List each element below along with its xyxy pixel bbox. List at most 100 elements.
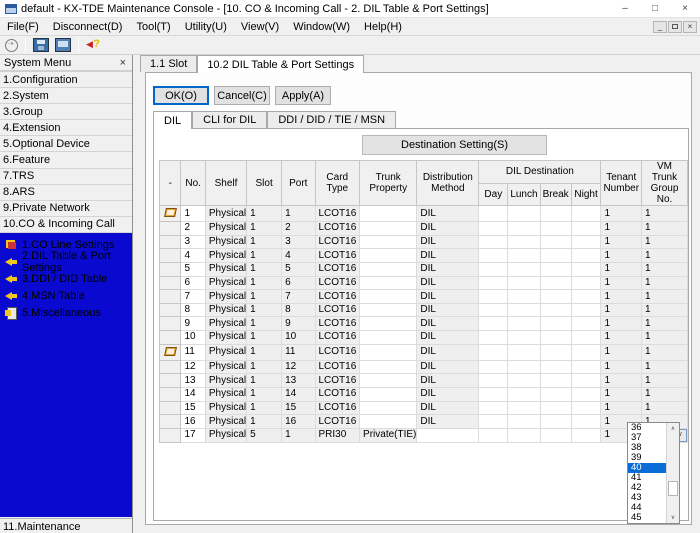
cell-lunch[interactable] xyxy=(508,276,540,290)
cell-lunch[interactable] xyxy=(508,317,540,331)
cell-distribution-method[interactable] xyxy=(417,428,479,442)
cell-break[interactable] xyxy=(540,235,571,249)
cell-break[interactable] xyxy=(540,415,571,429)
cell-vm-trunk-group[interactable]: 1 xyxy=(642,401,688,415)
cell-vm-trunk-group[interactable]: 1 xyxy=(642,374,688,388)
cell-day[interactable] xyxy=(479,303,508,317)
cell-tenant-number[interactable]: 1 xyxy=(601,206,642,222)
cell-distribution-method[interactable]: DIL xyxy=(417,317,479,331)
sidebar-close-icon[interactable]: × xyxy=(120,57,128,69)
cell-tenant-number[interactable]: 1 xyxy=(601,235,642,249)
cell-day[interactable] xyxy=(479,360,508,374)
cell-distribution-method[interactable]: DIL xyxy=(417,344,479,360)
cell-break[interactable] xyxy=(540,303,571,317)
cell-lunch[interactable] xyxy=(508,249,540,263)
cell-day[interactable] xyxy=(479,415,508,429)
menu-item-viewv[interactable]: View(V) xyxy=(234,18,286,35)
cell-break[interactable] xyxy=(540,276,571,290)
cell-lunch[interactable] xyxy=(508,303,540,317)
cell-night[interactable] xyxy=(571,317,601,331)
sidebar-item-maintenance[interactable]: 11.Maintenance xyxy=(0,518,132,533)
sidebar-subitem[interactable]: 5.Miscellaneous xyxy=(0,304,132,321)
cell-night[interactable] xyxy=(571,249,601,263)
cell-day[interactable] xyxy=(479,235,508,249)
destination-setting-button[interactable]: Destination Setting(S) xyxy=(362,135,547,155)
cell-tenant-number[interactable]: 1 xyxy=(601,331,642,345)
cell-distribution-method[interactable]: DIL xyxy=(417,331,479,345)
cell-vm-trunk-group[interactable]: 1 xyxy=(642,276,688,290)
sidebar-subitem[interactable]: 2.DIL Table & Port Settings xyxy=(0,253,132,270)
cell-break[interactable] xyxy=(540,206,571,222)
cell-vm-trunk-group[interactable]: 1 xyxy=(642,235,688,249)
cell-night[interactable] xyxy=(571,388,601,402)
apply-button[interactable]: Apply(A) xyxy=(275,86,331,105)
cell-vm-trunk-group[interactable]: 1 xyxy=(642,331,688,345)
maximize-icon[interactable]: □ xyxy=(640,0,670,17)
cell-break[interactable] xyxy=(540,360,571,374)
sidebar-item[interactable]: 7.TRS xyxy=(0,169,132,185)
cell-lunch[interactable] xyxy=(508,360,540,374)
subtab-ddi-did-tie-msn[interactable]: DDI / DID / TIE / MSN xyxy=(267,111,396,128)
cell-lunch[interactable] xyxy=(508,235,540,249)
cell-vm-trunk-group[interactable]: 1 xyxy=(642,344,688,360)
scroll-up-icon[interactable]: ∧ xyxy=(667,423,679,434)
cell-break[interactable] xyxy=(540,331,571,345)
cell-tenant-number[interactable]: 1 xyxy=(601,262,642,276)
cell-vm-trunk-group[interactable]: 1 xyxy=(642,262,688,276)
cell-day[interactable] xyxy=(479,249,508,263)
cell-vm-trunk-group[interactable]: 1 xyxy=(642,303,688,317)
cell-break[interactable] xyxy=(540,222,571,236)
cell-distribution-method[interactable]: DIL xyxy=(417,388,479,402)
cell-tenant-number[interactable]: 1 xyxy=(601,388,642,402)
tab-10-2-dil-table-port-settings[interactable]: 10.2 DIL Table & Port Settings xyxy=(197,55,364,73)
close-icon[interactable]: × xyxy=(670,0,700,17)
sidebar-item[interactable]: 1.Configuration xyxy=(0,72,132,88)
mdi-close-icon[interactable]: × xyxy=(683,21,697,33)
sidebar-item[interactable]: 5.Optional Device xyxy=(0,136,132,152)
help-icon[interactable] xyxy=(86,38,102,52)
cell-day[interactable] xyxy=(479,374,508,388)
cell-tenant-number[interactable]: 1 xyxy=(601,276,642,290)
sidebar-subitem[interactable]: 4.MSN Table xyxy=(0,287,132,304)
cell-night[interactable] xyxy=(571,415,601,429)
cell-distribution-method[interactable]: DIL xyxy=(417,401,479,415)
scrollbar-thumb[interactable] xyxy=(668,481,678,496)
cell-vm-trunk-group[interactable]: 1 xyxy=(642,388,688,402)
cell-night[interactable] xyxy=(571,428,601,442)
cell-tenant-number[interactable]: 1 xyxy=(601,401,642,415)
ok-button[interactable]: OK(O) xyxy=(153,86,209,105)
cell-day[interactable] xyxy=(479,428,508,442)
menu-item-filef[interactable]: File(F) xyxy=(0,18,46,35)
pc-programming-icon[interactable] xyxy=(55,38,71,52)
cell-night[interactable] xyxy=(571,360,601,374)
cell-tenant-number[interactable]: 1 xyxy=(601,222,642,236)
cell-lunch[interactable] xyxy=(508,428,540,442)
sidebar-item[interactable]: 3.Group xyxy=(0,104,132,120)
sidebar-item[interactable]: 2.System xyxy=(0,88,132,104)
cell-tenant-number[interactable]: 1 xyxy=(601,317,642,331)
cell-distribution-method[interactable]: DIL xyxy=(417,262,479,276)
cell-lunch[interactable] xyxy=(508,401,540,415)
cell-tenant-number[interactable]: 1 xyxy=(601,344,642,360)
cell-break[interactable] xyxy=(540,428,571,442)
cell-tenant-number[interactable]: 1 xyxy=(601,249,642,263)
cell-distribution-method[interactable]: DIL xyxy=(417,249,479,263)
menu-item-disconnectd[interactable]: Disconnect(D) xyxy=(46,18,130,35)
subtab-dil[interactable]: DIL xyxy=(153,111,192,129)
menu-item-helph[interactable]: Help(H) xyxy=(357,18,409,35)
cell-night[interactable] xyxy=(571,235,601,249)
cell-distribution-method[interactable]: DIL xyxy=(417,303,479,317)
cell-vm-trunk-group[interactable]: 1 xyxy=(642,317,688,331)
cell-day[interactable] xyxy=(479,290,508,304)
cell-night[interactable] xyxy=(571,206,601,222)
mdi-minimize-icon[interactable]: _ xyxy=(653,21,667,33)
cell-night[interactable] xyxy=(571,303,601,317)
cell-break[interactable] xyxy=(540,344,571,360)
cell-distribution-method[interactable]: DIL xyxy=(417,374,479,388)
tab-1-1-slot[interactable]: 1.1 Slot xyxy=(140,55,197,72)
cell-lunch[interactable] xyxy=(508,344,540,360)
cell-lunch[interactable] xyxy=(508,222,540,236)
cell-day[interactable] xyxy=(479,344,508,360)
save-icon[interactable] xyxy=(33,38,49,52)
cell-vm-trunk-group[interactable]: 1 xyxy=(642,290,688,304)
